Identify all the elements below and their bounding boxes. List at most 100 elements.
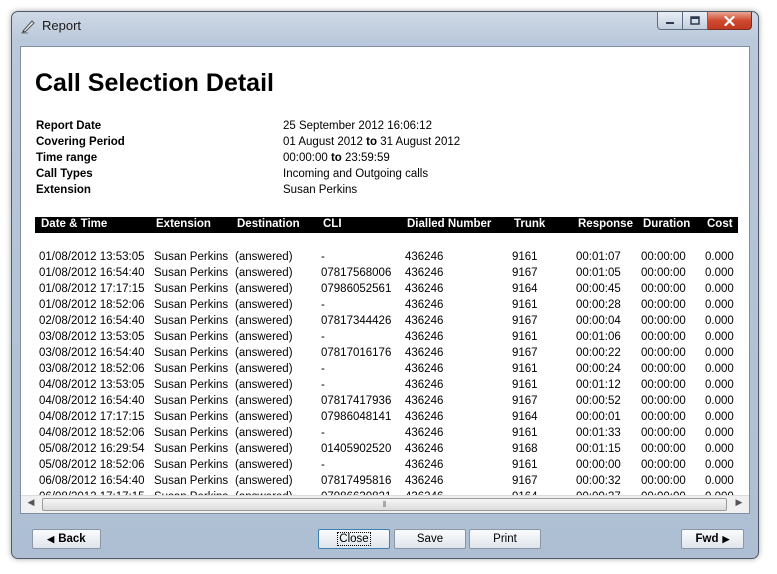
close-button[interactable]: Close <box>318 529 390 549</box>
cell-duration: 00:00:00 <box>641 427 686 439</box>
scroll-right-icon[interactable]: ▶ <box>731 498 747 508</box>
cell-cli: - <box>321 363 325 375</box>
report-content: Call Selection Detail Report Date 25 Sep… <box>20 46 750 514</box>
cell-date-time: 06/08/2012 16:54:40 <box>39 475 145 487</box>
time-range-end: 23:59:59 <box>345 152 390 164</box>
cell-cli: 07817016176 <box>321 347 392 359</box>
time-range-start: 00:00:00 <box>283 152 328 164</box>
cell-duration: 00:00:00 <box>641 395 686 407</box>
cell-date-time: 01/08/2012 18:52:06 <box>39 299 145 311</box>
fwd-button[interactable]: Fwd ▶ <box>681 529 744 549</box>
cell-trunk: 9164 <box>512 411 538 423</box>
cell-extension: Susan Perkins <box>154 283 229 295</box>
cell-destination: (answered) <box>235 395 293 407</box>
title-bar[interactable]: Report <box>12 12 758 42</box>
cell-cli: - <box>321 379 325 391</box>
cell-extension: Susan Perkins <box>154 427 229 439</box>
scroll-left-icon[interactable]: ◀ <box>23 498 39 508</box>
cell-cli: 01405902520 <box>321 443 392 455</box>
horizontal-scrollbar[interactable]: ◀ ⦀ ▶ <box>21 495 749 513</box>
cell-date-time: 04/08/2012 18:52:06 <box>39 427 145 439</box>
meta-label-report-date: Report Date <box>36 120 102 132</box>
cell-response: 00:01:05 <box>576 267 621 279</box>
save-button[interactable]: Save <box>394 529 466 549</box>
table-row: 03/08/2012 18:52:06 Susan Perkins (answere… <box>35 362 738 378</box>
cell-destination: (answered) <box>235 315 293 327</box>
cell-response: 00:01:15 <box>576 443 621 455</box>
close-window-button[interactable] <box>708 12 752 30</box>
cell-extension: Susan Perkins <box>154 315 229 327</box>
covering-period-to: to <box>366 136 377 148</box>
cell-duration: 00:00:00 <box>641 459 686 471</box>
cell-cli: 07817495816 <box>321 475 392 487</box>
print-button[interactable]: Print <box>469 529 541 549</box>
cell-cost: 0.000 <box>705 283 734 295</box>
cell-extension: Susan Perkins <box>154 299 229 311</box>
cell-destination: (answered) <box>235 283 293 295</box>
table-row: 03/08/2012 13:53:05 Susan Perkins (answere… <box>35 330 738 346</box>
cell-dialled-number: 436246 <box>405 347 444 359</box>
cell-cost: 0.000 <box>705 427 734 439</box>
meta-value-report-date: 25 September 2012 16:06:12 <box>283 120 432 132</box>
column-header-response: Response <box>578 218 633 230</box>
minimize-button[interactable] <box>657 12 683 30</box>
cell-cost: 0.000 <box>705 347 734 359</box>
cell-destination: (answered) <box>235 379 293 391</box>
cell-extension: Susan Perkins <box>154 267 229 279</box>
covering-period-end: 31 August 2012 <box>380 136 461 148</box>
cell-destination: (answered) <box>235 443 293 455</box>
table-row: 01/08/2012 17:17:15 Susan Perkins (answere… <box>35 282 738 298</box>
column-header-duration: Duration <box>643 218 691 230</box>
cell-response: 00:01:06 <box>576 331 621 343</box>
cell-cli: - <box>321 251 325 263</box>
cell-duration: 00:00:00 <box>641 347 686 359</box>
cell-response: 00:01:33 <box>576 427 621 439</box>
meta-value-time-range: 00:00:00 to 23:59:59 <box>283 152 390 164</box>
cell-date-time: 01/08/2012 16:54:40 <box>39 267 145 279</box>
cell-duration: 00:00:00 <box>641 475 686 487</box>
cell-response: 00:00:28 <box>576 299 621 311</box>
close-button-label: Close <box>337 532 371 546</box>
report-pen-icon <box>21 20 35 34</box>
cell-response: 00:00:04 <box>576 315 621 327</box>
cell-destination: (answered) <box>235 411 293 423</box>
table-row: 04/08/2012 17:17:15 Susan Perkins (answere… <box>35 410 738 426</box>
cell-dialled-number: 436246 <box>405 363 444 375</box>
cell-dialled-number: 436246 <box>405 459 444 471</box>
column-header-cost: Cost <box>707 218 733 230</box>
scrollbar-thumb[interactable]: ⦀ <box>42 498 727 511</box>
cell-destination: (answered) <box>235 251 293 263</box>
cell-dialled-number: 436246 <box>405 283 444 295</box>
meta-label-covering-period: Covering Period <box>36 136 125 148</box>
cell-trunk: 9161 <box>512 363 538 375</box>
cell-cost: 0.000 <box>705 331 734 343</box>
meta-value-call-types: Incoming and Outgoing calls <box>283 168 429 180</box>
cell-duration: 00:00:00 <box>641 267 686 279</box>
cell-cost: 0.000 <box>705 267 734 279</box>
print-button-label: Print <box>493 533 517 545</box>
maximize-button[interactable] <box>683 12 708 30</box>
cell-date-time: 03/08/2012 16:54:40 <box>39 347 145 359</box>
cell-cli: 07817344426 <box>321 315 392 327</box>
cell-trunk: 9161 <box>512 251 538 263</box>
cell-dialled-number: 436246 <box>405 475 444 487</box>
back-button[interactable]: ◀ Back <box>32 529 101 549</box>
column-header-cli: CLI <box>323 218 342 230</box>
report-window: Report Call Selection Detail Report Date… <box>11 11 759 559</box>
table-row: 01/08/2012 13:53:05 Susan Perkins (answere… <box>35 250 738 266</box>
cell-cost: 0.000 <box>705 299 734 311</box>
table-row: 01/08/2012 16:54:40 Susan Perkins (answere… <box>35 266 738 282</box>
cell-cost: 0.000 <box>705 379 734 391</box>
table-row: 03/08/2012 16:54:40 Susan Perkins (answere… <box>35 346 738 362</box>
column-header-date-time: Date & Time <box>41 218 108 230</box>
cell-trunk: 9167 <box>512 267 538 279</box>
cell-response: 00:00:52 <box>576 395 621 407</box>
table-row: 04/08/2012 16:54:40 Susan Perkins (answere… <box>35 394 738 410</box>
cell-extension: Susan Perkins <box>154 395 229 407</box>
cell-duration: 00:00:00 <box>641 299 686 311</box>
cell-date-time: 03/08/2012 18:52:06 <box>39 363 145 375</box>
table-row: 05/08/2012 18:52:06 Susan Perkins (answere… <box>35 458 738 474</box>
cell-response: 00:00:24 <box>576 363 621 375</box>
cell-cost: 0.000 <box>705 251 734 263</box>
meta-label-time-range: Time range <box>36 152 98 164</box>
